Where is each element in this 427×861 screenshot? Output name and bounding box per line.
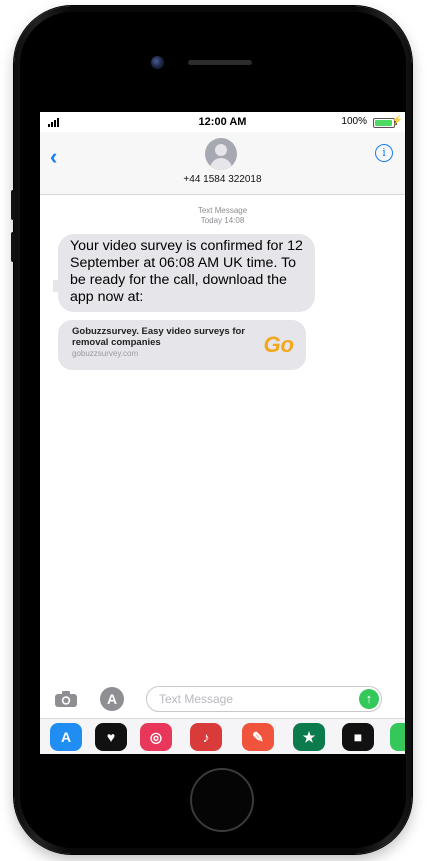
volume-button [11, 232, 15, 262]
paint-app-icon[interactable]: ✎ [242, 723, 274, 751]
avatar-head [215, 144, 227, 156]
music-app-icon[interactable]: ♪ [190, 723, 222, 751]
app-store-icon[interactable]: A [50, 723, 82, 751]
app-store-icon[interactable]: A [100, 687, 124, 711]
earpiece-speaker [188, 60, 252, 65]
link-preview-title: Gobuzzsurvey. Easy video surveys for rem… [72, 326, 246, 348]
charging-icon: ⚡ [391, 115, 403, 125]
conversation-header: ‹ +44 1584 322018 i [40, 132, 405, 195]
contact-avatar-icon[interactable] [205, 138, 237, 170]
app-drawer: A ♥ ◎ ♪ ✎ ★ ■ [40, 718, 405, 754]
green-app-icon[interactable] [390, 723, 405, 751]
incoming-message-bubble[interactable]: Your video survey is confirmed for 12 Se… [58, 234, 315, 312]
screen: 12:00 AM 100% ⚡ ‹ +44 1584 322018 i Text… [40, 112, 405, 754]
status-bar: 12:00 AM 100% ⚡ [40, 112, 405, 132]
home-button[interactable] [190, 768, 254, 832]
camera-icon[interactable] [54, 690, 78, 708]
avatar-body [210, 158, 232, 170]
go-logo: Go [263, 332, 294, 357]
contact-number[interactable]: +44 1584 322018 [40, 174, 405, 185]
front-camera [151, 56, 164, 69]
info-icon[interactable]: i [375, 144, 393, 162]
send-arrow-icon[interactable]: ↑ [359, 689, 379, 709]
digital-touch-icon[interactable]: ♥ [95, 723, 127, 751]
message-input[interactable]: Text Message [146, 686, 382, 712]
battery-percent: 100% [341, 116, 367, 127]
message-meta: Text Message Today 14:08 [40, 206, 405, 226]
notes-app-icon[interactable]: ■ [342, 723, 374, 751]
battery-level [375, 120, 392, 126]
message-timestamp: Today 14:08 [200, 216, 245, 225]
image-search-icon[interactable]: ◎ [140, 723, 172, 751]
chevron-left-icon[interactable]: ‹ [50, 144, 57, 170]
message-type: Text Message [197, 206, 248, 215]
starbucks-app-icon[interactable]: ★ [293, 723, 325, 751]
link-preview-card[interactable]: Gobuzzsurvey. Easy video surveys for rem… [58, 320, 306, 370]
compose-bar: A Text Message ↑ [40, 682, 405, 718]
volume-button [11, 190, 15, 220]
